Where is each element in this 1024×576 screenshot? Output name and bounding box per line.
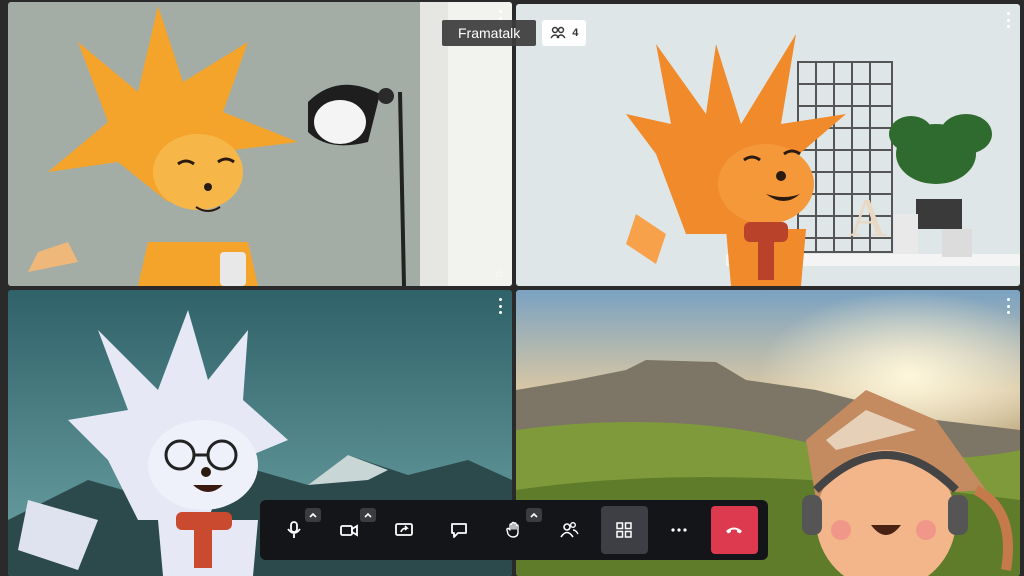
room-name: Framatalk [442, 20, 537, 46]
camera-icon [339, 524, 358, 537]
hand-icon [506, 521, 519, 538]
more-actions-button[interactable] [656, 506, 703, 554]
raise-hand-button[interactable] [490, 506, 542, 554]
camera-button[interactable] [325, 506, 377, 554]
microphone-icon [286, 521, 301, 538]
grid-icon [616, 522, 632, 538]
chevron-up-icon [529, 512, 538, 518]
microphone-button[interactable] [270, 506, 322, 554]
tile-view-button[interactable] [600, 506, 648, 554]
video-tile-participant-1[interactable]: ☆ [8, 2, 512, 286]
reactions-options-button[interactable] [525, 508, 542, 522]
camera-options-button[interactable] [360, 508, 377, 522]
tile-options-icon[interactable] [496, 298, 504, 314]
video-feed: A [516, 4, 1020, 286]
chat-icon [450, 523, 467, 538]
screen-share-icon [394, 523, 413, 536]
participant-count: 4 [572, 27, 579, 39]
letter-decoration: A [848, 188, 887, 248]
participants-icon [550, 26, 566, 39]
microphone-options-button[interactable] [305, 508, 322, 522]
star-icon: ☆ [494, 268, 504, 280]
chevron-up-icon [364, 512, 372, 518]
participant-count-badge[interactable]: 4 [542, 20, 587, 46]
video-tile-participant-2[interactable]: A [516, 4, 1020, 286]
meeting-toolbar [260, 500, 768, 560]
tile-options-icon[interactable] [1004, 12, 1012, 28]
participants-icon [560, 522, 579, 538]
chat-button[interactable] [435, 506, 482, 554]
more-icon [671, 528, 687, 532]
screen-share-button[interactable] [380, 506, 427, 554]
hang-up-button[interactable] [710, 506, 758, 554]
chevron-up-icon [309, 512, 317, 518]
phone-hangup-icon [726, 527, 743, 534]
conference-header: Framatalk 4 [442, 20, 587, 46]
video-feed [8, 2, 512, 286]
tile-options-icon[interactable] [1004, 298, 1012, 314]
participants-button[interactable] [546, 506, 593, 554]
